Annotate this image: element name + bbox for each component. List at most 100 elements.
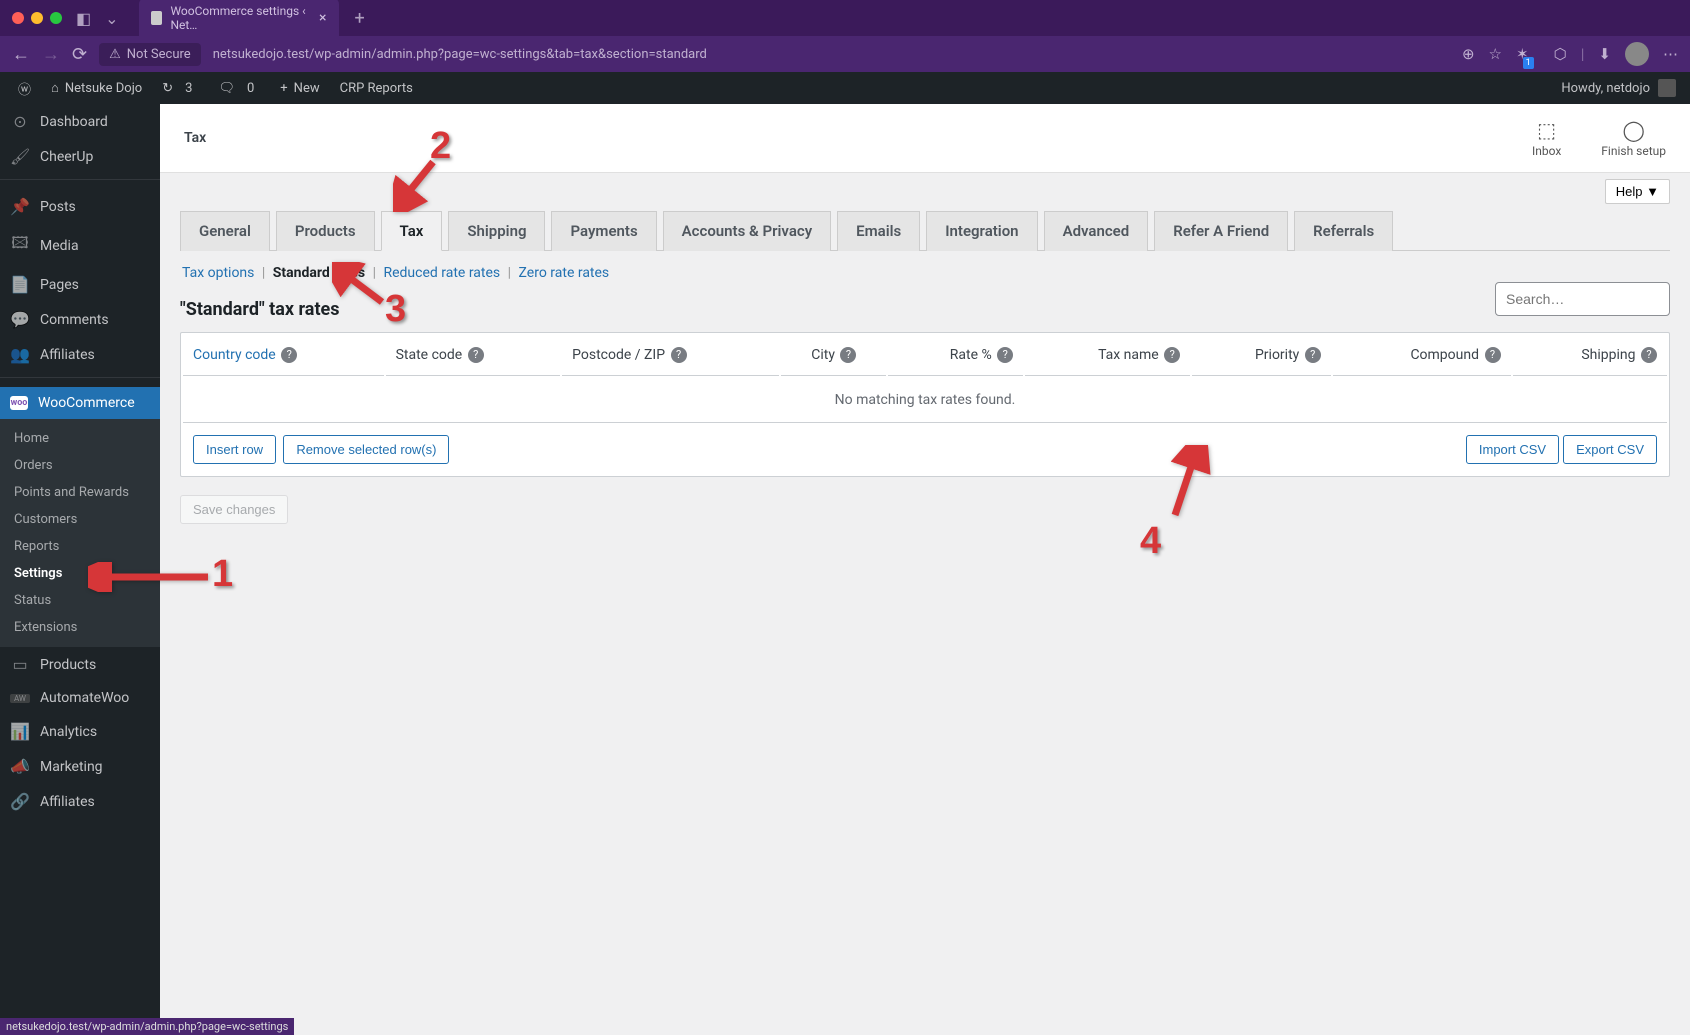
- security-indicator[interactable]: ⚠ Not Secure: [99, 43, 201, 66]
- submenu-orders[interactable]: Orders: [0, 452, 160, 479]
- comments-link[interactable]: 🗨0: [208, 72, 270, 104]
- sidebar-toggle-icon[interactable]: ◧: [76, 9, 91, 28]
- search-container: [1495, 282, 1670, 316]
- maximize-window[interactable]: [50, 12, 62, 24]
- tab-advanced[interactable]: Advanced: [1044, 211, 1149, 251]
- tab-refer[interactable]: Refer A Friend: [1154, 211, 1288, 251]
- tab-integration[interactable]: Integration: [926, 211, 1037, 251]
- subtab-zero-rates[interactable]: Zero rate rates: [519, 265, 610, 281]
- menu-comments[interactable]: 💬Comments: [0, 302, 160, 337]
- extension-icon[interactable]: ✶1: [1516, 45, 1540, 63]
- help-icon[interactable]: ?: [1641, 347, 1657, 363]
- insert-row-button[interactable]: Insert row: [193, 435, 276, 464]
- browser-tab[interactable]: WooCommerce settings ‹ Net… ×: [139, 0, 339, 38]
- forward-button[interactable]: →: [42, 44, 60, 65]
- menu-cheerup[interactable]: 🖌CheerUp: [0, 139, 160, 174]
- new-label: New: [294, 81, 320, 96]
- menu-analytics[interactable]: 📊Analytics: [0, 714, 160, 749]
- profile-avatar[interactable]: [1625, 42, 1649, 66]
- menu-media[interactable]: 🖾Media: [0, 224, 160, 267]
- subtab-reduced-rates[interactable]: Reduced rate rates: [383, 265, 500, 281]
- home-icon: ⌂: [51, 80, 59, 96]
- help-icon[interactable]: ?: [671, 347, 687, 363]
- subtab-standard-rates[interactable]: Standard rates: [273, 265, 365, 281]
- menu-woocommerce[interactable]: wooWooCommerce: [0, 387, 160, 419]
- help-icon[interactable]: ?: [1485, 347, 1501, 363]
- search-input[interactable]: [1495, 282, 1670, 316]
- menu-icon[interactable]: ⋯: [1663, 45, 1678, 63]
- submenu-reports[interactable]: Reports: [0, 533, 160, 560]
- tab-emails[interactable]: Emails: [837, 211, 920, 251]
- remove-rows-button[interactable]: Remove selected row(s): [283, 435, 449, 464]
- export-csv-button[interactable]: Export CSV: [1563, 435, 1657, 464]
- submenu-customers[interactable]: Customers: [0, 506, 160, 533]
- tab-products[interactable]: Products: [276, 211, 375, 251]
- help-icon[interactable]: ?: [281, 347, 297, 363]
- submenu-status[interactable]: Status: [0, 587, 160, 614]
- menu-affiliates[interactable]: 👥Affiliates: [0, 337, 160, 372]
- menu-affiliates2[interactable]: 🔗Affiliates: [0, 784, 160, 819]
- menu-label: Pages: [40, 277, 79, 293]
- col-country[interactable]: Country code ?: [183, 335, 384, 376]
- page-title: Tax: [184, 130, 206, 146]
- menu-automatewoo[interactable]: AWAutomateWoo: [0, 682, 160, 714]
- tab-tax[interactable]: Tax: [381, 211, 443, 251]
- tax-subtabs: Tax options | Standard rates | Reduced r…: [180, 251, 1670, 295]
- media-icon: 🖾: [10, 232, 30, 259]
- help-icon[interactable]: ?: [997, 347, 1013, 363]
- site-name-link[interactable]: ⌂Netsuke Dojo: [41, 72, 152, 104]
- close-window[interactable]: [12, 12, 24, 24]
- help-icon[interactable]: ?: [840, 347, 856, 363]
- plus-icon: +: [280, 81, 287, 96]
- help-icon[interactable]: ?: [468, 347, 484, 363]
- finish-setup-button[interactable]: ◯Finish setup: [1601, 118, 1666, 158]
- import-csv-button[interactable]: Import CSV: [1466, 435, 1559, 464]
- submenu-settings[interactable]: Settings: [0, 560, 160, 587]
- updates-link[interactable]: ↻3: [152, 72, 208, 104]
- col-shipping: Shipping ?: [1513, 335, 1668, 376]
- reload-button[interactable]: ⟳: [72, 44, 87, 65]
- help-button[interactable]: Help ▼: [1605, 179, 1670, 204]
- minimize-window[interactable]: [31, 12, 43, 24]
- extensions-icon[interactable]: ⬡: [1554, 45, 1567, 63]
- country-sort-link[interactable]: Country code: [193, 347, 276, 363]
- bookmark-icon[interactable]: ☆: [1489, 45, 1502, 63]
- toolbar-account[interactable]: Howdy, netdojo: [1561, 79, 1682, 97]
- submenu-points[interactable]: Points and Rewards: [0, 479, 160, 506]
- col-postcode: Postcode / ZIP ?: [562, 335, 779, 376]
- download-icon[interactable]: ⬇: [1598, 45, 1611, 63]
- dashboard-icon: ⊙: [10, 112, 30, 131]
- menu-dashboard[interactable]: ⊙Dashboard: [0, 104, 160, 139]
- tab-general[interactable]: General: [180, 211, 270, 251]
- zoom-icon[interactable]: ⊕: [1462, 45, 1475, 63]
- circle-icon: ◯: [1601, 118, 1666, 142]
- menu-posts[interactable]: 📌Posts: [0, 189, 160, 224]
- crp-reports-link[interactable]: CRP Reports: [330, 72, 423, 104]
- tab-referrals[interactable]: Referrals: [1294, 211, 1393, 251]
- tab-accounts[interactable]: Accounts & Privacy: [663, 211, 832, 251]
- menu-products[interactable]: ▭Products: [0, 647, 160, 682]
- menu-marketing[interactable]: 📣Marketing: [0, 749, 160, 784]
- new-content-link[interactable]: + New: [270, 72, 329, 104]
- submenu-home[interactable]: Home: [0, 425, 160, 452]
- tab-overview-icon[interactable]: ⌄: [105, 9, 118, 28]
- help-icon[interactable]: ?: [1164, 347, 1180, 363]
- tab-payments[interactable]: Payments: [551, 211, 656, 251]
- save-changes-button[interactable]: Save changes: [180, 495, 288, 524]
- back-button[interactable]: ←: [12, 44, 30, 65]
- automatewoo-icon: AW: [10, 694, 30, 703]
- menu-label: Products: [40, 657, 96, 673]
- brush-icon: 🖌: [10, 147, 30, 166]
- section-heading: "Standard" tax rates: [180, 299, 1670, 320]
- url-text[interactable]: netsukedojo.test/wp-admin/admin.php?page…: [213, 47, 1450, 62]
- wp-logo[interactable]: ⓦ: [8, 72, 41, 104]
- new-tab-button[interactable]: +: [355, 8, 365, 29]
- tab-shipping[interactable]: Shipping: [448, 211, 545, 251]
- submenu-extensions[interactable]: Extensions: [0, 614, 160, 641]
- menu-pages[interactable]: 📄Pages: [0, 267, 160, 302]
- favicon: [151, 11, 163, 25]
- help-icon[interactable]: ?: [1305, 347, 1321, 363]
- subtab-tax-options[interactable]: Tax options: [182, 265, 254, 281]
- close-tab-icon[interactable]: ×: [319, 10, 326, 26]
- inbox-button[interactable]: ⬚Inbox: [1532, 118, 1561, 158]
